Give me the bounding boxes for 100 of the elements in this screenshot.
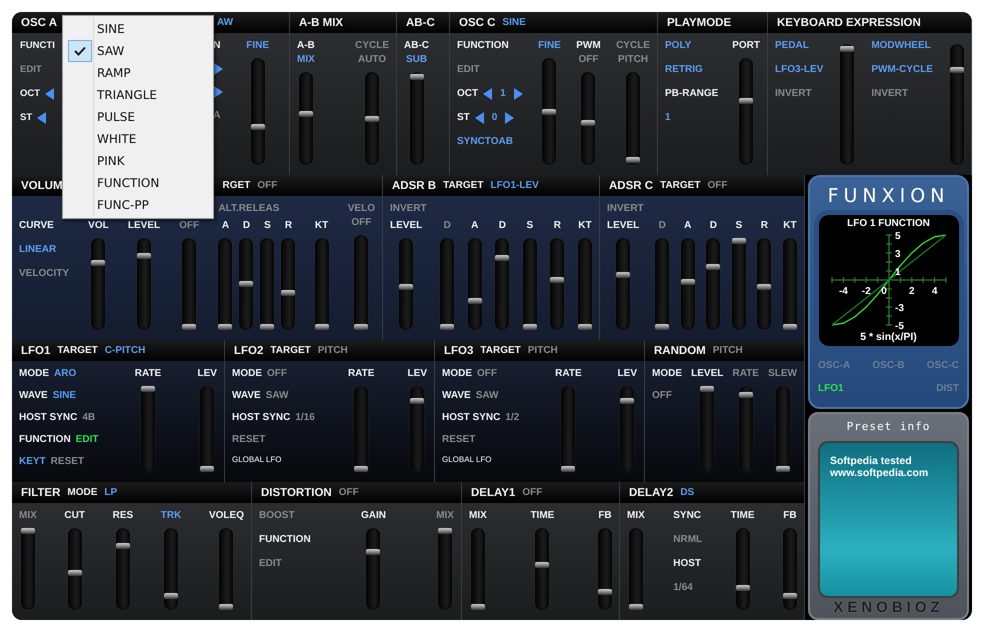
slider-thumb[interactable]: [438, 528, 452, 534]
slider[interactable]: [200, 386, 214, 472]
param-label[interactable]: A: [213, 109, 220, 122]
slider[interactable]: [628, 528, 643, 610]
slider-thumb[interactable]: [314, 324, 329, 330]
slider-thumb[interactable]: [298, 111, 313, 118]
slider-thumb[interactable]: [776, 466, 790, 472]
param-label[interactable]: SYNCTOAB: [457, 135, 513, 148]
right-arrow-icon[interactable]: [213, 86, 224, 98]
slider[interactable]: [522, 238, 537, 330]
slider[interactable]: [164, 528, 178, 610]
slider-thumb[interactable]: [616, 272, 630, 278]
param-label[interactable]: 1/64: [673, 581, 693, 594]
slider-thumb[interactable]: [495, 255, 510, 262]
slider-thumb[interactable]: [137, 253, 151, 260]
param-label[interactable]: KEYT: [19, 455, 46, 468]
param-label[interactable]: OFF: [477, 367, 497, 380]
param-label[interactable]: LINEAR: [19, 243, 56, 256]
header-label[interactable]: LP: [104, 487, 118, 498]
slider[interactable]: [440, 238, 454, 330]
param-label[interactable]: INVERT: [871, 87, 908, 100]
slider[interactable]: [616, 238, 630, 330]
slider-thumb[interactable]: [655, 324, 670, 330]
slider-thumb[interactable]: [706, 264, 720, 270]
slider-thumb[interactable]: [550, 276, 564, 283]
right-arrow-icon[interactable]: [512, 88, 523, 100]
param-label[interactable]: SAW: [266, 389, 288, 402]
slider[interactable]: [736, 528, 750, 610]
param-label[interactable]: RETRIG: [665, 63, 703, 76]
slider[interactable]: [218, 238, 232, 330]
param-label[interactable]: LFO3-LEV: [775, 63, 824, 76]
slider[interactable]: [410, 386, 424, 472]
slider-thumb[interactable]: [738, 392, 753, 398]
slider[interactable]: [91, 238, 106, 330]
param-label[interactable]: OFF: [267, 367, 287, 380]
slider[interactable]: [782, 528, 797, 610]
slider[interactable]: [366, 528, 380, 610]
slider[interactable]: [561, 386, 576, 472]
slider[interactable]: [620, 386, 634, 472]
slider-thumb[interactable]: [218, 324, 232, 330]
param-label[interactable]: SAW: [476, 389, 498, 402]
slider-thumb[interactable]: [182, 324, 196, 330]
slider[interactable]: [655, 238, 670, 330]
slider-thumb[interactable]: [598, 588, 612, 595]
param-label[interactable]: INVERT: [775, 87, 812, 100]
menu-item[interactable]: SAW: [63, 40, 213, 62]
slider[interactable]: [840, 44, 854, 165]
right-arrow-icon[interactable]: [213, 63, 224, 75]
slider-thumb[interactable]: [440, 324, 454, 330]
param-label[interactable]: EDIT: [20, 63, 42, 76]
left-arrow-icon[interactable]: [483, 88, 494, 100]
slider-thumb[interactable]: [739, 98, 754, 104]
param-label[interactable]: VELOCITY: [19, 267, 70, 280]
slider-thumb[interactable]: [68, 570, 82, 576]
slider-thumb[interactable]: [281, 290, 296, 296]
param-label[interactable]: EDIT: [457, 63, 480, 76]
left-arrow-icon[interactable]: [474, 112, 485, 124]
header-label[interactable]: OFF: [338, 487, 359, 498]
menu-item[interactable]: WHITE: [63, 128, 213, 150]
header-label[interactable]: OFF: [707, 180, 728, 191]
param-label[interactable]: POLY: [665, 39, 692, 52]
param-label[interactable]: MODWHEEL: [871, 39, 931, 52]
slider-thumb[interactable]: [561, 466, 576, 472]
slider[interactable]: [68, 528, 82, 610]
slider-thumb[interactable]: [164, 592, 178, 599]
slider-thumb[interactable]: [736, 585, 750, 591]
header-label[interactable]: OFF: [257, 180, 278, 191]
slider[interactable]: [542, 58, 556, 165]
slider[interactable]: [365, 72, 380, 165]
slider[interactable]: [581, 72, 596, 165]
param-label[interactable]: OFF: [652, 389, 672, 402]
slider[interactable]: [354, 235, 368, 330]
slider[interactable]: [550, 238, 564, 330]
slider[interactable]: [314, 238, 329, 330]
slider-thumb[interactable]: [680, 279, 695, 286]
slider-thumb[interactable]: [782, 324, 797, 330]
param-label[interactable]: BOOST: [259, 509, 295, 522]
slider-thumb[interactable]: [542, 108, 556, 114]
slider[interactable]: [626, 72, 640, 165]
slider[interactable]: [260, 238, 274, 330]
slider[interactable]: [738, 386, 753, 472]
slider[interactable]: [578, 238, 592, 330]
slider-thumb[interactable]: [116, 543, 130, 550]
slider-thumb[interactable]: [535, 562, 550, 568]
param-label[interactable]: PWM-CYCLE: [871, 63, 933, 76]
slider[interactable]: [137, 238, 151, 330]
slider[interactable]: [354, 386, 368, 472]
slider[interactable]: [116, 528, 130, 610]
menu-item[interactable]: FUNC-PP: [63, 194, 213, 216]
slider-thumb[interactable]: [578, 324, 592, 330]
slider-thumb[interactable]: [626, 157, 640, 164]
param-label[interactable]: ARO: [54, 367, 76, 380]
slider[interactable]: [706, 238, 720, 330]
slider-thumb[interactable]: [470, 604, 485, 610]
slider[interactable]: [239, 238, 254, 330]
slider[interactable]: [399, 238, 414, 330]
slider-thumb[interactable]: [366, 549, 380, 556]
menu-item[interactable]: RAMP: [63, 62, 213, 84]
param-label[interactable]: 1: [665, 111, 671, 124]
slider[interactable]: [438, 528, 452, 610]
